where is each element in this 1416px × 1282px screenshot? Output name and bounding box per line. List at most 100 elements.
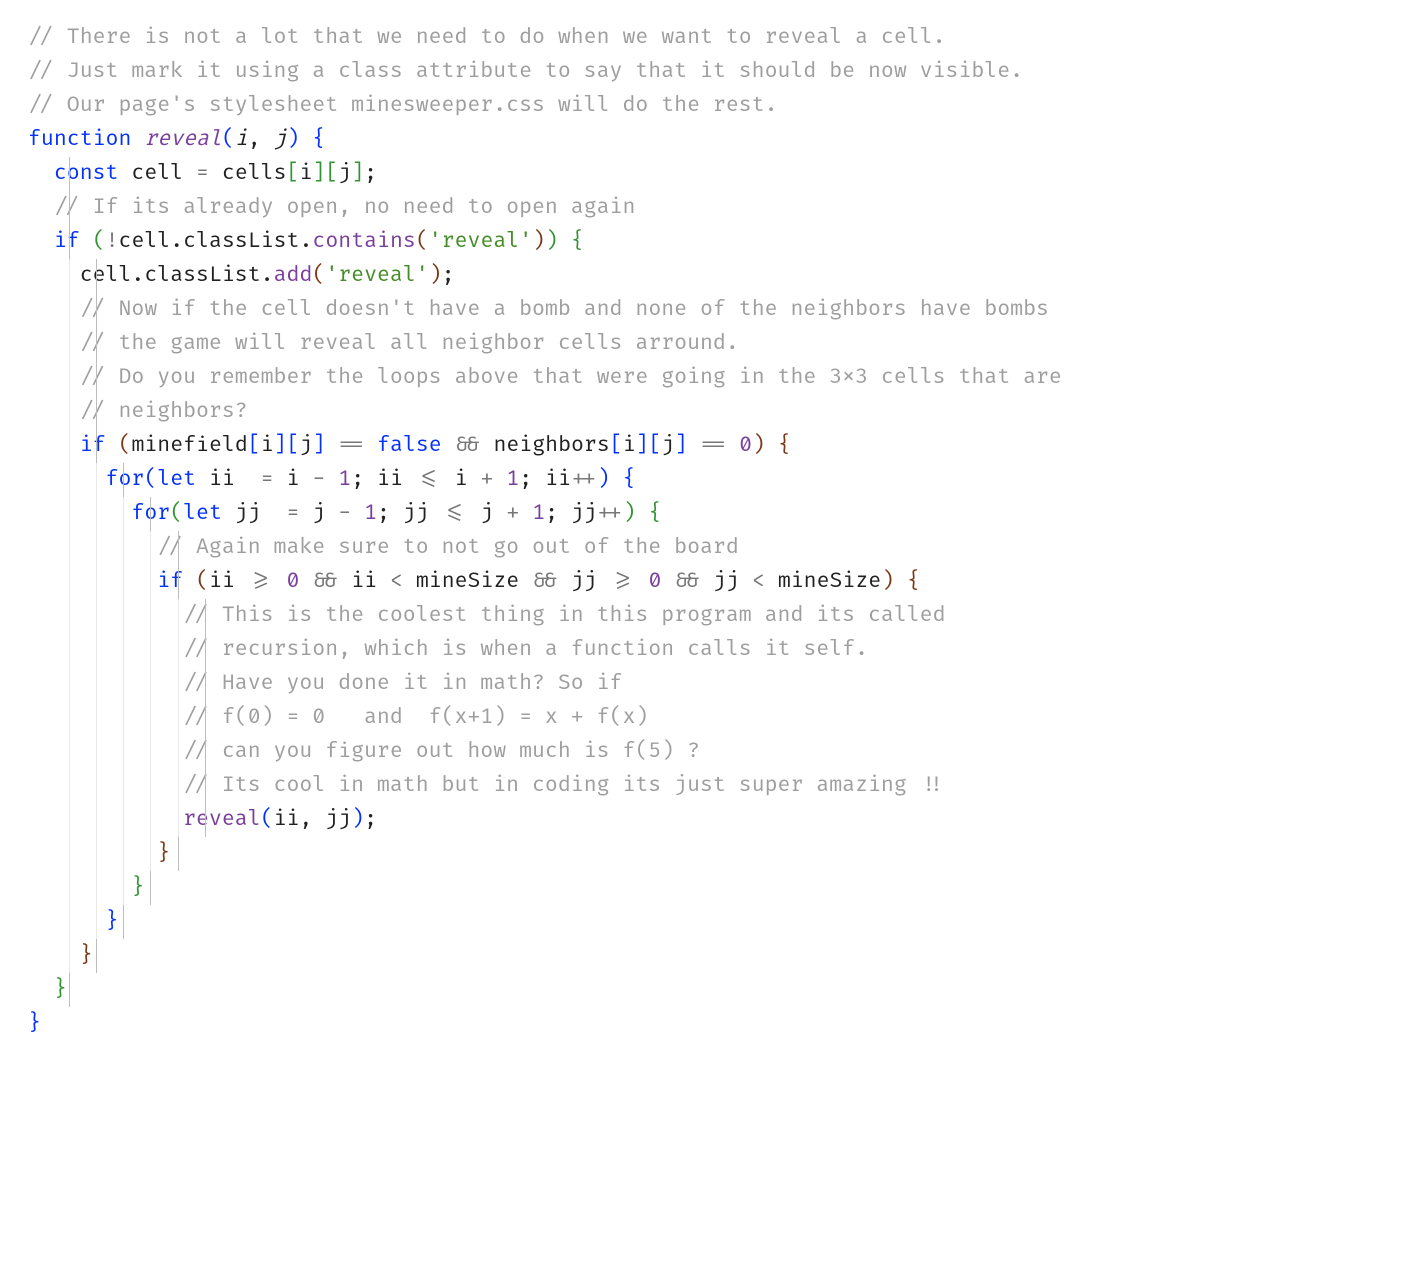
- code-line: // Do you remember the loops above that …: [0, 361, 1416, 395]
- indent-guide: [123, 905, 124, 939]
- code-token: .: [170, 229, 183, 254]
- code-token: // If its already open, no need to open …: [54, 195, 636, 220]
- code-line: // f(0) = 0 and f(x+1) = x + f(x): [0, 701, 1416, 735]
- code-line: }: [0, 939, 1416, 973]
- code-token: 1: [506, 467, 519, 492]
- code-token: [894, 569, 907, 594]
- code-line: if (ii >= 0 && ii < mineSize && jj >= 0 …: [0, 565, 1416, 599]
- code-token: =: [261, 467, 274, 492]
- code-token: .: [261, 263, 274, 288]
- code-token: 0: [649, 569, 662, 594]
- code-token: }: [157, 841, 170, 866]
- code-token: j: [300, 433, 313, 458]
- indent-space: [28, 603, 183, 628]
- code-token: // This is the coolest thing in this pro…: [183, 603, 945, 628]
- code-token: neighbors: [481, 433, 610, 458]
- code-token: 'reveal': [429, 229, 532, 254]
- indent-space: [28, 569, 157, 594]
- code-token: // Its cool in math but in coding its ju…: [183, 773, 945, 798]
- code-token: .: [299, 229, 312, 254]
- code-token: [183, 569, 196, 594]
- code-token: // Now if the cell doesn't have a bomb a…: [80, 297, 1049, 322]
- code-token: ii: [209, 569, 248, 594]
- code-token: ): [597, 467, 610, 492]
- code-token: 1: [532, 501, 545, 526]
- code-token: [299, 569, 312, 594]
- indent-space: [28, 637, 183, 662]
- code-token: i: [274, 467, 313, 492]
- code-token: ): [429, 263, 442, 288]
- code-token: .: [131, 263, 144, 288]
- code-token: &&: [532, 569, 558, 594]
- code-token: j: [468, 501, 507, 526]
- code-line: // There is not a lot that we need to do…: [0, 21, 1416, 55]
- code-token: <: [390, 569, 403, 594]
- code-token: [636, 501, 649, 526]
- code-token: }: [80, 943, 93, 968]
- code-token: <: [752, 569, 765, 594]
- code-token: {: [907, 569, 920, 594]
- code-token: if: [157, 569, 183, 594]
- indent-space: [28, 773, 183, 798]
- code-line: for(let ii = i - 1; ii <= i + 1; ii++) {: [0, 463, 1416, 497]
- code-token: 0: [739, 433, 752, 458]
- code-token: {: [571, 229, 584, 254]
- code-token: [610, 467, 623, 492]
- code-token: cells: [209, 161, 287, 186]
- indent-guide: [96, 939, 97, 973]
- code-token: ;: [364, 161, 377, 186]
- code-token: [364, 433, 377, 458]
- code-token: // There is not a lot that we need to do…: [28, 25, 946, 50]
- code-token: +: [480, 467, 493, 492]
- code-line: // If its already open, no need to open …: [0, 191, 1416, 225]
- code-line: function reveal(i, j) {: [0, 123, 1416, 157]
- code-token: [765, 433, 778, 458]
- code-token: jj: [558, 569, 610, 594]
- code-token: 1: [338, 467, 351, 492]
- code-token: <=: [442, 501, 468, 526]
- code-token: (: [261, 807, 274, 832]
- code-token: jj: [700, 569, 752, 594]
- code-token: <=: [416, 467, 442, 492]
- code-token: mineSize: [403, 569, 532, 594]
- code-token: >=: [248, 569, 274, 594]
- code-token: ++: [597, 501, 623, 526]
- code-token: {: [312, 127, 325, 152]
- code-token: ]: [312, 161, 325, 186]
- code-token: ; jj: [377, 501, 442, 526]
- code-token: add: [274, 263, 313, 288]
- code-token: [636, 569, 649, 594]
- code-line: // Just mark it using a class attribute …: [0, 55, 1416, 89]
- indent-space: [28, 263, 80, 288]
- indent-space: [28, 229, 54, 254]
- code-line: // This is the coolest thing in this pro…: [0, 599, 1416, 633]
- code-token: contains: [312, 229, 415, 254]
- code-token: [325, 467, 338, 492]
- code-token: ]: [674, 433, 687, 458]
- code-token: {: [778, 433, 791, 458]
- code-token: ; ii: [519, 467, 571, 492]
- code-token: [: [610, 433, 623, 458]
- indent-space: [28, 297, 80, 322]
- code-token: ): [881, 569, 894, 594]
- indent-space: [28, 841, 157, 866]
- indent-space: [28, 875, 131, 900]
- code-line: }: [0, 905, 1416, 939]
- code-token: ii: [338, 569, 390, 594]
- code-token: ): [532, 229, 545, 254]
- code-token: ): [287, 127, 300, 152]
- code-token: ): [623, 501, 636, 526]
- code-token: ]: [312, 433, 325, 458]
- code-token: ii: [196, 467, 261, 492]
- code-token: [493, 467, 506, 492]
- code-token: jj: [222, 501, 287, 526]
- indent-space: [28, 161, 54, 186]
- code-token: // Have you done it in math? So if: [183, 671, 622, 696]
- code-token: [: [325, 161, 338, 186]
- code-token: ): [752, 433, 765, 458]
- code-token: let: [157, 467, 196, 492]
- code-token: ]: [351, 161, 364, 186]
- code-token: [519, 501, 532, 526]
- code-token: // f(0) = 0 and f(x+1) = x + f(x): [183, 705, 648, 730]
- code-line: // neighbors?: [0, 395, 1416, 429]
